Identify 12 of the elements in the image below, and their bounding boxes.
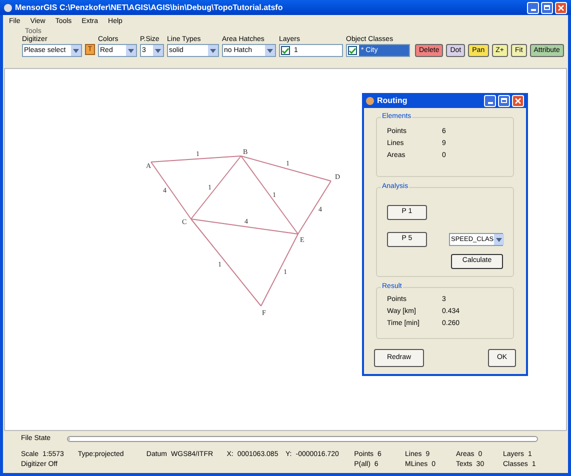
maximize-icon[interactable]: [541, 2, 553, 14]
minimize-icon[interactable]: [484, 94, 496, 106]
app-icon: [4, 4, 12, 12]
dialog-icon: [366, 96, 374, 104]
close-icon[interactable]: [555, 2, 567, 14]
window-title: MensorGIS C:\Penzkofer\NET\AGIS\AGIS\bin\Debug\TopoTutorial.atsfo: [15, 2, 284, 14]
close-icon[interactable]: [512, 94, 524, 106]
minimize-icon[interactable]: [527, 2, 539, 14]
checkbox[interactable]: [348, 46, 357, 55]
dialog-title: Routing: [377, 94, 408, 106]
maximize-icon[interactable]: [498, 94, 510, 106]
checkbox[interactable]: [281, 46, 290, 55]
